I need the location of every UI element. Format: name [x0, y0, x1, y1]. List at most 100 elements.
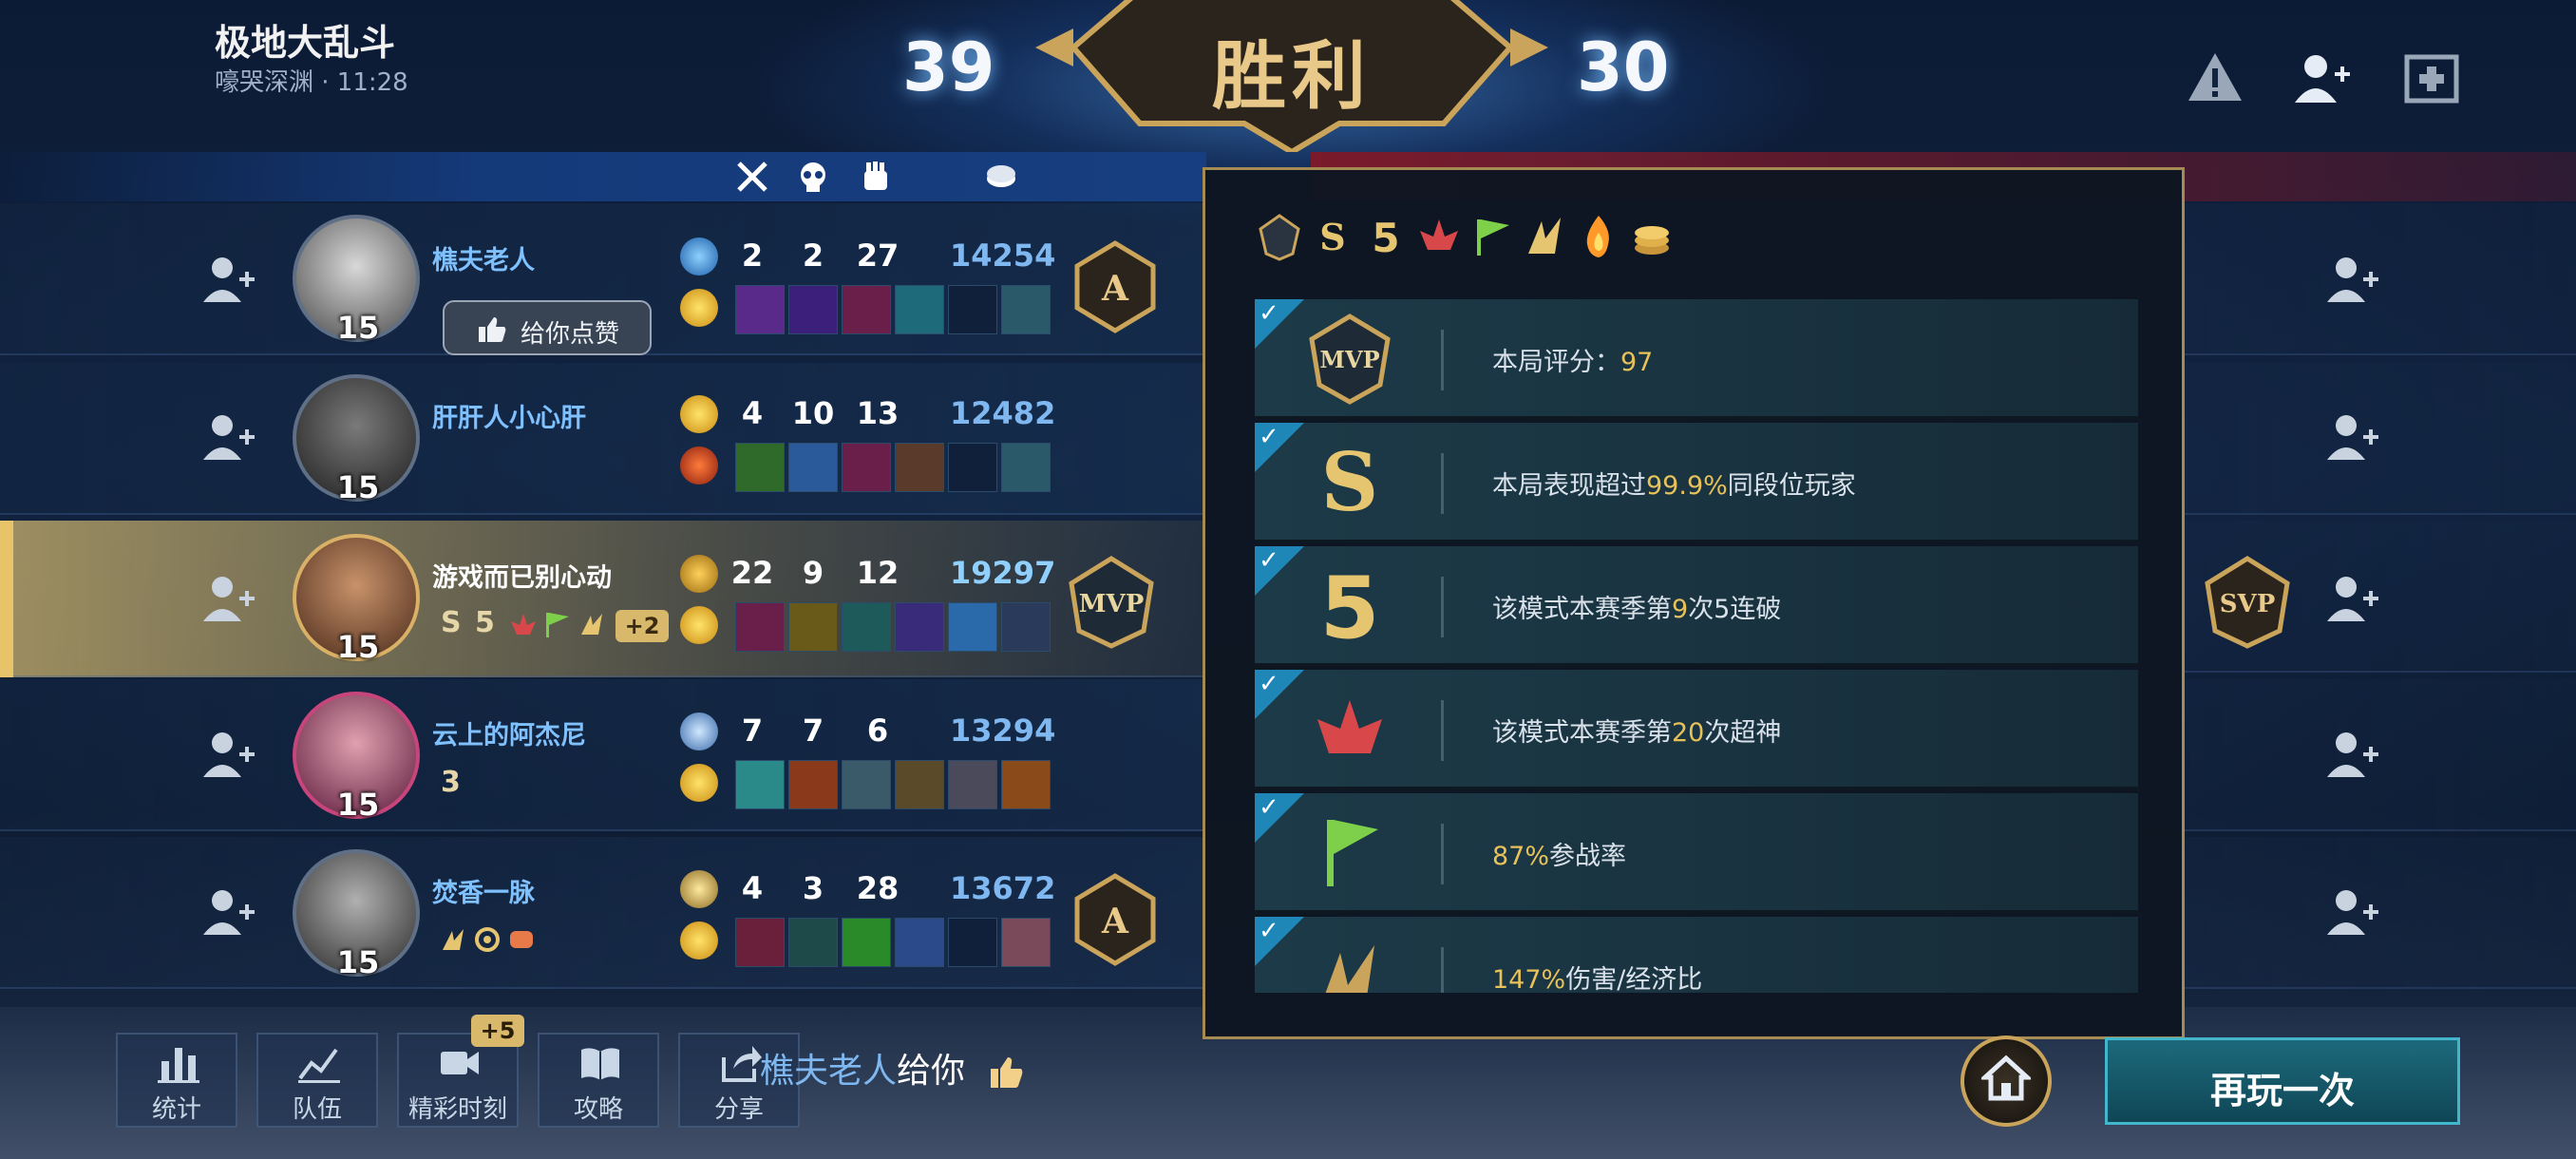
deaths-value: 9: [802, 555, 824, 591]
add-friend-icon[interactable]: [2323, 726, 2380, 783]
item-icon[interactable]: [948, 602, 997, 652]
book-icon: [581, 1048, 619, 1080]
assists-value: 13: [856, 395, 900, 431]
player-name[interactable]: 肝肝人小心肝: [432, 397, 586, 434]
item-icon[interactable]: [788, 918, 838, 967]
item-icon[interactable]: [895, 443, 944, 492]
damage-icon: [1528, 218, 1561, 254]
empty-item-slot: [948, 918, 997, 967]
item-icon[interactable]: [842, 760, 891, 809]
item-icon[interactable]: [735, 443, 785, 492]
achievement-text: 147%伤害/经济比: [1492, 965, 1703, 993]
item-icon[interactable]: [895, 602, 944, 652]
add-friend-icon[interactable]: [199, 251, 256, 308]
like-notification-text: 给你: [897, 1052, 966, 1091]
item-icon[interactable]: [735, 918, 785, 967]
assists-value: 12: [856, 555, 900, 591]
item-icon[interactable]: [788, 602, 838, 652]
achievement-text: 87%参战率: [1492, 842, 1627, 871]
item-icon[interactable]: [788, 285, 838, 334]
gold-value: 19297: [950, 555, 1056, 591]
item-icon[interactable]: [895, 918, 944, 967]
video-camera-icon: [441, 1052, 479, 1074]
gold-value: 14254: [950, 238, 1056, 274]
assists-value: 27: [856, 238, 900, 274]
assists-value: 6: [866, 712, 889, 749]
highlights-button[interactable]: 精彩时刻: [397, 1033, 519, 1128]
share-label: 分享: [713, 1095, 764, 1124]
penta-kill-icon: 5: [475, 606, 495, 639]
guide-button[interactable]: 攻略: [538, 1033, 659, 1128]
player-row-self[interactable]: [0, 521, 1206, 677]
legendary-icon: [511, 614, 536, 635]
report-icon[interactable]: [2185, 48, 2245, 108]
stats-button[interactable]: 统计: [116, 1033, 237, 1128]
add-friend-icon[interactable]: [2323, 884, 2380, 940]
more-badges-count[interactable]: +2: [616, 610, 669, 642]
trinket-icon[interactable]: [1001, 285, 1051, 334]
play-again-button[interactable]: 再玩一次: [2105, 1037, 2460, 1125]
add-friend-icon[interactable]: [199, 884, 256, 940]
player-level: 15: [336, 787, 380, 823]
home-button[interactable]: [1960, 1036, 2052, 1127]
add-friend-icon[interactable]: [199, 726, 256, 783]
tank-icon: [510, 931, 533, 948]
item-icon[interactable]: [735, 760, 785, 809]
self-highlight-stripe: [0, 521, 13, 677]
item-icon[interactable]: [735, 602, 785, 652]
item-icon[interactable]: [842, 285, 891, 334]
share-icon: [722, 1046, 762, 1082]
item-icon[interactable]: [788, 443, 838, 492]
player-name[interactable]: 游戏而已别心动: [432, 557, 612, 594]
s-grade-icon: S: [1319, 216, 1345, 258]
item-icon[interactable]: [895, 285, 944, 334]
kills-value: 2: [741, 238, 764, 274]
add-friend-icon[interactable]: [2323, 251, 2380, 308]
empty-item-slot: [948, 285, 997, 334]
gold-value: 13294: [950, 712, 1056, 749]
add-friend-icon[interactable]: [199, 570, 256, 627]
play-again-label: 再玩一次: [2209, 1070, 2355, 1112]
trinket-icon[interactable]: [1001, 443, 1051, 492]
result-title: 胜利: [1211, 33, 1372, 120]
trinket-icon[interactable]: [1001, 918, 1051, 967]
team-button[interactable]: 队伍: [256, 1033, 378, 1128]
flash-spell-icon: [680, 922, 718, 960]
grade-a-badge: A: [1074, 873, 1156, 966]
add-friend-icon[interactable]: [199, 408, 256, 466]
player-row[interactable]: [0, 363, 1206, 515]
item-icon[interactable]: [842, 443, 891, 492]
highlights-label: 精彩时刻: [407, 1095, 507, 1124]
trinket-icon[interactable]: [1001, 602, 1051, 652]
player-name[interactable]: 焚香一脉: [432, 872, 535, 909]
flag-icon: [1327, 820, 1378, 886]
medical-report-icon[interactable]: [2401, 48, 2462, 108]
item-icon[interactable]: [735, 285, 785, 334]
flash-spell-icon: [680, 606, 718, 644]
add-friend-icon[interactable]: [2323, 570, 2380, 627]
flash-spell-icon: [680, 395, 718, 433]
enemy-score: 30: [1577, 28, 1670, 106]
trinket-icon[interactable]: [1001, 760, 1051, 809]
kills-value: 4: [741, 870, 764, 906]
check-icon: ✓: [1259, 546, 1279, 575]
player-name[interactable]: 云上的阿杰尼: [432, 714, 586, 751]
player-level: 15: [336, 944, 380, 980]
item-icon[interactable]: [842, 918, 891, 967]
item-icon[interactable]: [788, 760, 838, 809]
like-notification: 樵夫老人给你: [760, 1043, 1025, 1092]
item-icon[interactable]: [842, 602, 891, 652]
add-friend-icon[interactable]: [2323, 408, 2380, 466]
achievement-list[interactable]: ✓ MVP 本局评分：97 ✓ S 本局表现超过99.9%同段位玩家 ✓ 5 该…: [1255, 299, 2138, 993]
item-icon[interactable]: [895, 760, 944, 809]
kills-value: 4: [741, 395, 764, 431]
deaths-value: 7: [802, 712, 824, 749]
achievement-row: ✓ 147%伤害/经济比: [1255, 917, 2138, 993]
thumbs-up-icon: [991, 1057, 1023, 1088]
item-icon[interactable]: [948, 760, 997, 809]
team-graph-icon: [298, 1048, 340, 1083]
add-friend-icon[interactable]: [2291, 48, 2352, 108]
highlights-count-badge: +5: [471, 1015, 524, 1047]
player-name[interactable]: 樵夫老人: [432, 239, 535, 276]
kills-value: 7: [741, 712, 764, 749]
